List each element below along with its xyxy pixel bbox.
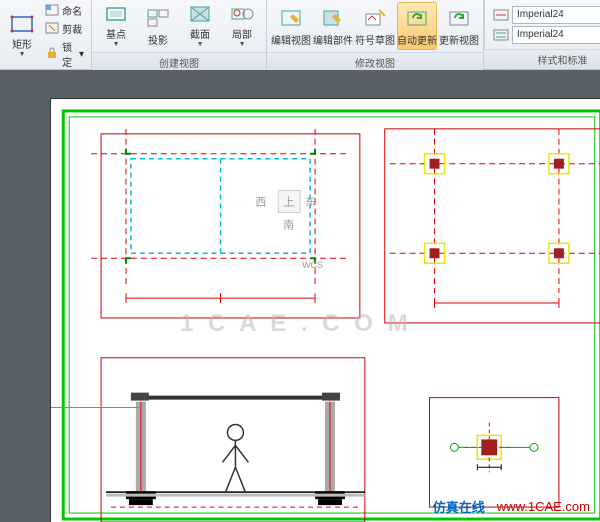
auto-update-button[interactable]: 自动更新 <box>397 2 437 50</box>
svg-text:上: 上 <box>283 196 294 209</box>
style-icon <box>493 8 509 22</box>
update-view-icon <box>445 6 473 30</box>
auto-update-icon <box>403 6 431 30</box>
svg-text:西: 西 <box>255 197 266 209</box>
ribbon-group-layout-viewport: 矩形 ▼ 命名 剪裁 锁定 ▾ 布局视口 <box>0 0 92 69</box>
base-point-button[interactable]: 基点 ▼ <box>96 2 136 50</box>
style-combo-1[interactable]: Imperial24 ▼ <box>512 6 600 24</box>
ribbon-toolbar: 矩形 ▼ 命名 剪裁 锁定 ▾ 布局视口 <box>0 0 600 70</box>
ribbon-group-create-view: 基点 ▼ 投影 截面 ▼ 局部 ▼ 创建视图 <box>92 0 267 69</box>
section-button[interactable]: 截面 ▼ <box>180 2 220 50</box>
style-combo-2[interactable]: Imperial24 ▼ <box>512 26 600 44</box>
detail-button[interactable]: 局部 ▼ <box>222 2 262 50</box>
edit-view-icon <box>277 6 305 30</box>
footer: 仿真在线 www.1CAE.com <box>433 497 590 516</box>
ribbon-group-styles: Imperial24 ▼ Imperial24 ▼ 样式和标准 <box>485 0 600 69</box>
edit-component-button[interactable]: 编辑部件 <box>313 2 353 50</box>
group-label: 创建视图 <box>92 52 266 72</box>
style-icon <box>493 28 509 42</box>
viewport-detail <box>430 398 559 507</box>
named-icon <box>45 4 59 18</box>
footer-brand: 仿真在线 <box>433 497 485 516</box>
base-point-icon <box>102 4 130 24</box>
footer-url: www.1CAE.com <box>497 499 590 514</box>
projection-icon <box>144 6 172 30</box>
drawing-canvas[interactable]: 上 西 东 南 WCS <box>0 70 600 522</box>
named-button[interactable]: 命名 <box>42 2 87 19</box>
rectangle-icon <box>8 14 36 34</box>
lock-button[interactable]: 锁定 ▾ <box>42 38 87 70</box>
svg-text:WCS: WCS <box>302 260 323 270</box>
projection-button[interactable]: 投影 <box>138 2 178 50</box>
symbol-sketch-icon <box>361 6 389 30</box>
dropdown-arrow-icon: ▾ <box>79 49 84 60</box>
section-icon <box>186 4 214 24</box>
paper-sheet: 上 西 东 南 WCS <box>50 98 600 522</box>
group-label: 样式和标准 <box>485 49 600 69</box>
group-label: 修改视图 <box>267 52 483 72</box>
rectangle-button[interactable]: 矩形 ▼ <box>4 12 40 60</box>
ribbon-group-modify-view: 编辑视图 编辑部件 符号草图 自动更新 更新视图 修改视图 <box>267 0 484 69</box>
svg-text:东: 东 <box>305 196 316 209</box>
clip-icon <box>45 22 59 36</box>
edit-component-icon <box>319 6 347 30</box>
viewport-elevation <box>51 358 365 522</box>
dropdown-arrow-icon: ▼ <box>197 41 204 48</box>
lock-icon <box>45 47 59 61</box>
clip-button[interactable]: 剪裁 <box>42 20 87 37</box>
dropdown-arrow-icon: ▼ <box>19 51 26 58</box>
viewport-plan-2 <box>385 129 600 323</box>
symbol-sketch-button[interactable]: 符号草图 <box>355 2 395 50</box>
edit-view-button[interactable]: 编辑视图 <box>271 2 311 50</box>
dropdown-arrow-icon: ▼ <box>113 41 120 48</box>
detail-icon <box>228 4 256 24</box>
update-view-button[interactable]: 更新视图 <box>439 2 479 50</box>
dropdown-arrow-icon: ▼ <box>239 41 246 48</box>
viewport-plan-1 <box>91 129 360 318</box>
drawing-svg: 上 西 东 南 WCS <box>51 99 600 522</box>
svg-text:南: 南 <box>283 218 294 231</box>
